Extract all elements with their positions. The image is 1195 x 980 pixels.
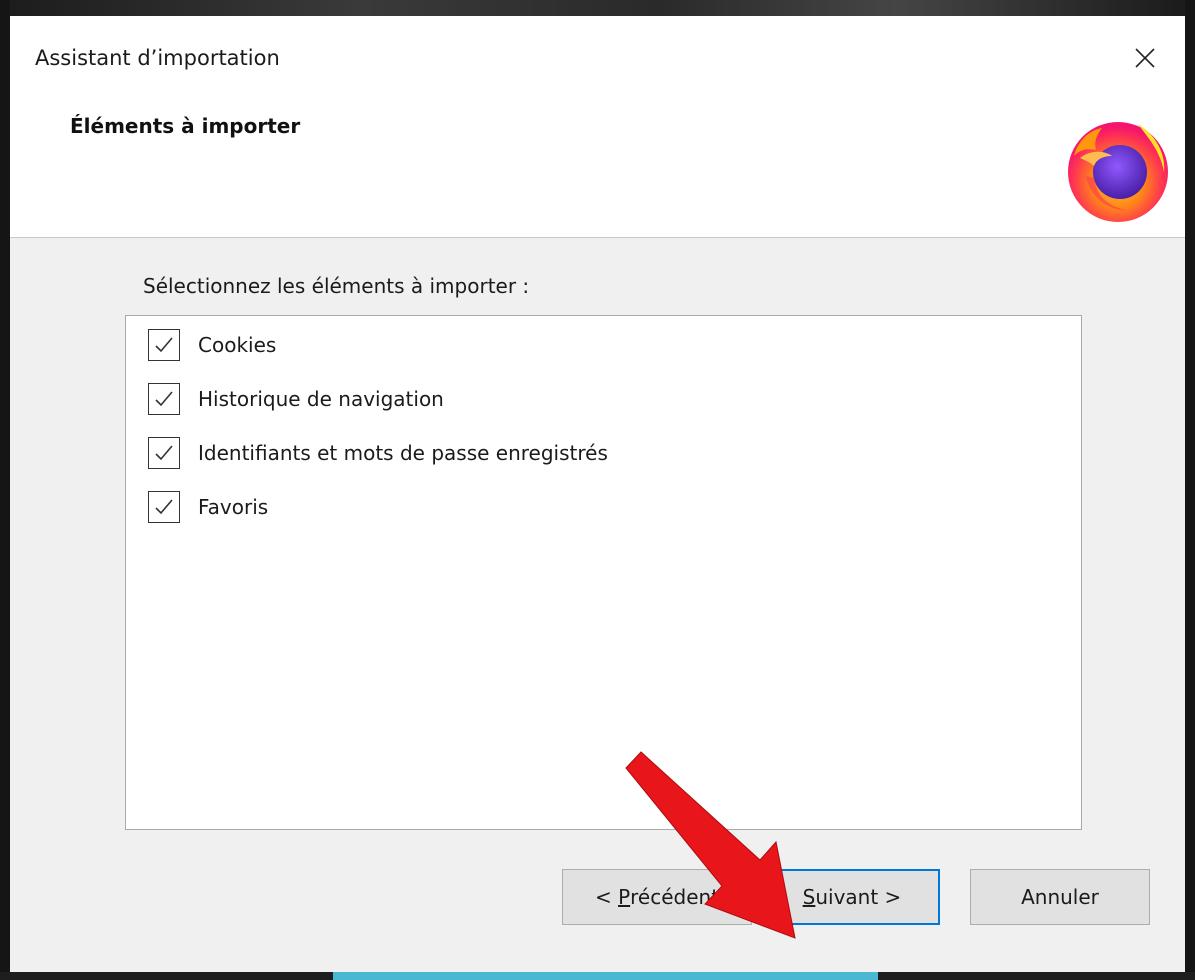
close-icon <box>1135 48 1155 68</box>
instruction-label: Sélectionnez les éléments à importer : <box>143 274 530 298</box>
previous-label-rest: récédent <box>630 885 720 909</box>
dialog-header: Assistant d’importation Éléments à impor… <box>10 16 1185 238</box>
list-item-bookmarks[interactable]: Favoris <box>148 490 268 524</box>
background-left <box>0 0 10 980</box>
next-mnemonic: S <box>802 885 816 909</box>
checkmark-icon <box>155 499 173 515</box>
cancel-button[interactable]: Annuler <box>970 869 1150 925</box>
cancel-label: Annuler <box>1021 885 1099 909</box>
checkbox-cookies[interactable] <box>148 329 180 361</box>
background-top <box>0 0 1195 16</box>
checkmark-icon <box>155 445 173 461</box>
window-title: Assistant d’importation <box>35 46 280 70</box>
firefox-logo-icon <box>1068 122 1168 222</box>
close-button[interactable] <box>1125 38 1165 78</box>
import-items-list[interactable]: Cookies Historique de navigation Identif… <box>125 315 1082 830</box>
list-item-history[interactable]: Historique de navigation <box>148 382 444 416</box>
checkbox-passwords[interactable] <box>148 437 180 469</box>
next-label-rest: uivant > <box>815 885 902 909</box>
checkmark-icon <box>155 337 173 353</box>
previous-prefix: < <box>594 885 619 909</box>
previous-button[interactable]: < Précédent <box>562 869 752 925</box>
previous-mnemonic: P <box>618 885 631 909</box>
item-label: Favoris <box>198 495 269 519</box>
checkbox-bookmarks[interactable] <box>148 491 180 523</box>
page-heading: Éléments à importer <box>70 114 301 138</box>
checkbox-history[interactable] <box>148 383 180 415</box>
taskbar-strip <box>333 972 878 980</box>
checkmark-icon <box>155 391 173 407</box>
list-item-passwords[interactable]: Identifiants et mots de passe enregistré… <box>148 436 608 470</box>
item-label: Identifiants et mots de passe enregistré… <box>198 441 608 465</box>
next-button[interactable]: Suivant > <box>764 869 940 925</box>
list-item-cookies[interactable]: Cookies <box>148 328 276 362</box>
background-right <box>1185 0 1195 980</box>
import-wizard-dialog: Assistant d’importation Éléments à impor… <box>10 16 1185 972</box>
item-label: Historique de navigation <box>198 387 444 411</box>
item-label: Cookies <box>198 333 277 357</box>
